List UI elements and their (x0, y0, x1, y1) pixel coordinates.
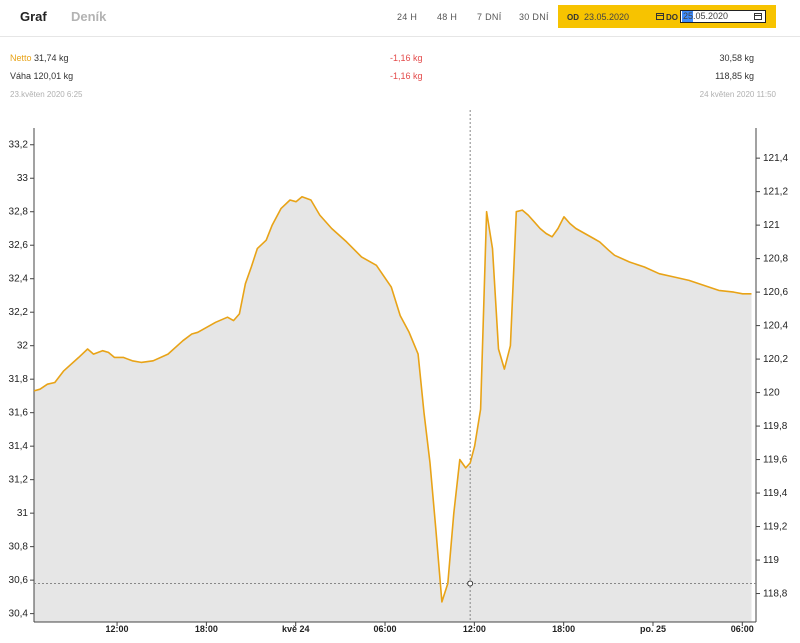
netto-row: Netto 31,74 kg (10, 53, 69, 63)
y-tick-label-right: 119 (763, 555, 779, 566)
y-tick-label-right: 120,8 (763, 254, 788, 265)
y-tick-label-left: 31,4 (9, 441, 29, 452)
y-tick-label-right: 120 (763, 388, 780, 399)
calendar-icon[interactable] (656, 13, 664, 20)
date-from-label: OD (567, 13, 579, 22)
y-tick-label-left: 30,8 (9, 542, 29, 553)
x-tick-label: kvě 24 (282, 624, 310, 634)
tab-graf[interactable]: Graf (20, 9, 47, 24)
y-tick-label-left: 31,8 (9, 374, 29, 385)
y-tick-label-right: 121,4 (763, 153, 788, 164)
y-tick-label-left: 31 (17, 508, 29, 519)
weight-chart[interactable]: 30,4 30,6 30,8 31 31,2 31,4 31,6 31,8 32 32,2 32,4… (0, 108, 800, 638)
y-tick-label-right: 119,8 (763, 421, 788, 432)
date-to-label: DO (666, 13, 678, 22)
y-tick-label-left: 30,4 (9, 609, 29, 620)
range-24h-button[interactable]: 24 H (397, 12, 417, 22)
y-tick-label-left: 32,6 (9, 240, 29, 251)
y-tick-label-left: 31,2 (9, 475, 29, 486)
netto-label: Netto (10, 53, 32, 63)
vaha-end-value: 118,85 kg (715, 71, 754, 81)
hover-point (467, 580, 474, 587)
tab-denik[interactable]: Deník (71, 9, 106, 24)
vaha-label: Váha (10, 71, 32, 81)
y-tick-label-left: 32 (17, 341, 29, 352)
y-tick-label-right: 120,4 (763, 321, 788, 332)
netto-end-value: 30,58 kg (719, 53, 754, 63)
x-tick-label: 06:00 (374, 624, 397, 634)
y-tick-label-right: 119,4 (763, 488, 788, 499)
x-tick-label: 12:00 (463, 624, 486, 634)
range-48h-button[interactable]: 48 H (437, 12, 457, 22)
y-tick-label-left: 32,2 (9, 307, 29, 318)
start-time: 23.květen 2020 6:25 (10, 90, 83, 99)
y-tick-label-right: 120,6 (763, 287, 788, 298)
y-tick-label-right: 121 (763, 220, 780, 231)
y-tick-label-right: 119,2 (763, 522, 788, 533)
vaha-value: 120,01 kg (33, 71, 74, 81)
y-tick-label-left: 30,6 (9, 575, 29, 586)
range-7d-button[interactable]: 7 DNÍ (477, 12, 502, 22)
x-tick-label: 18:00 (195, 624, 218, 634)
date-to-input[interactable]: 25.05.2020 (680, 10, 766, 23)
x-tick-label: 06:00 (731, 624, 754, 634)
y-tick-label-left: 32,4 (9, 274, 29, 285)
calendar-icon[interactable] (754, 13, 762, 20)
y-tick-label-right: 119,6 (763, 455, 788, 466)
y-tick-label-right: 118,8 (763, 589, 788, 600)
y-tick-label-right: 120,2 (763, 354, 788, 365)
y-tick-label-left: 31,6 (9, 408, 29, 419)
end-time: 24 květen 2020 11:50 (699, 90, 776, 99)
y-tick-label-right: 121,2 (763, 187, 788, 198)
y-tick-label-left: 32,8 (9, 207, 29, 218)
netto-change: -1,16 kg (390, 53, 423, 63)
x-tick-label: po. 25 (640, 624, 666, 634)
date-from-input[interactable]: 23.05.2020 (584, 12, 629, 22)
y-tick-label-left: 33 (17, 173, 29, 184)
vaha-row: Váha 120,01 kg (10, 71, 73, 81)
y-tick-label-left: 33,2 (9, 140, 29, 151)
vaha-change: -1,16 kg (390, 71, 423, 81)
top-bar: Graf Deník 24 H 48 H 7 DNÍ 30 DNÍ OD 23.… (0, 0, 800, 37)
area-fill (34, 196, 752, 622)
range-30d-button[interactable]: 30 DNÍ (519, 12, 549, 22)
netto-value: 31,74 kg (34, 53, 69, 63)
x-tick-label: 12:00 (106, 624, 129, 634)
x-tick-label: 18:00 (552, 624, 575, 634)
date-to-value: 25.05.2020 (683, 11, 729, 21)
chart-svg[interactable]: 30,4 30,6 30,8 31 31,2 31,4 31,6 31,8 32 32,2 32,4… (0, 108, 800, 638)
